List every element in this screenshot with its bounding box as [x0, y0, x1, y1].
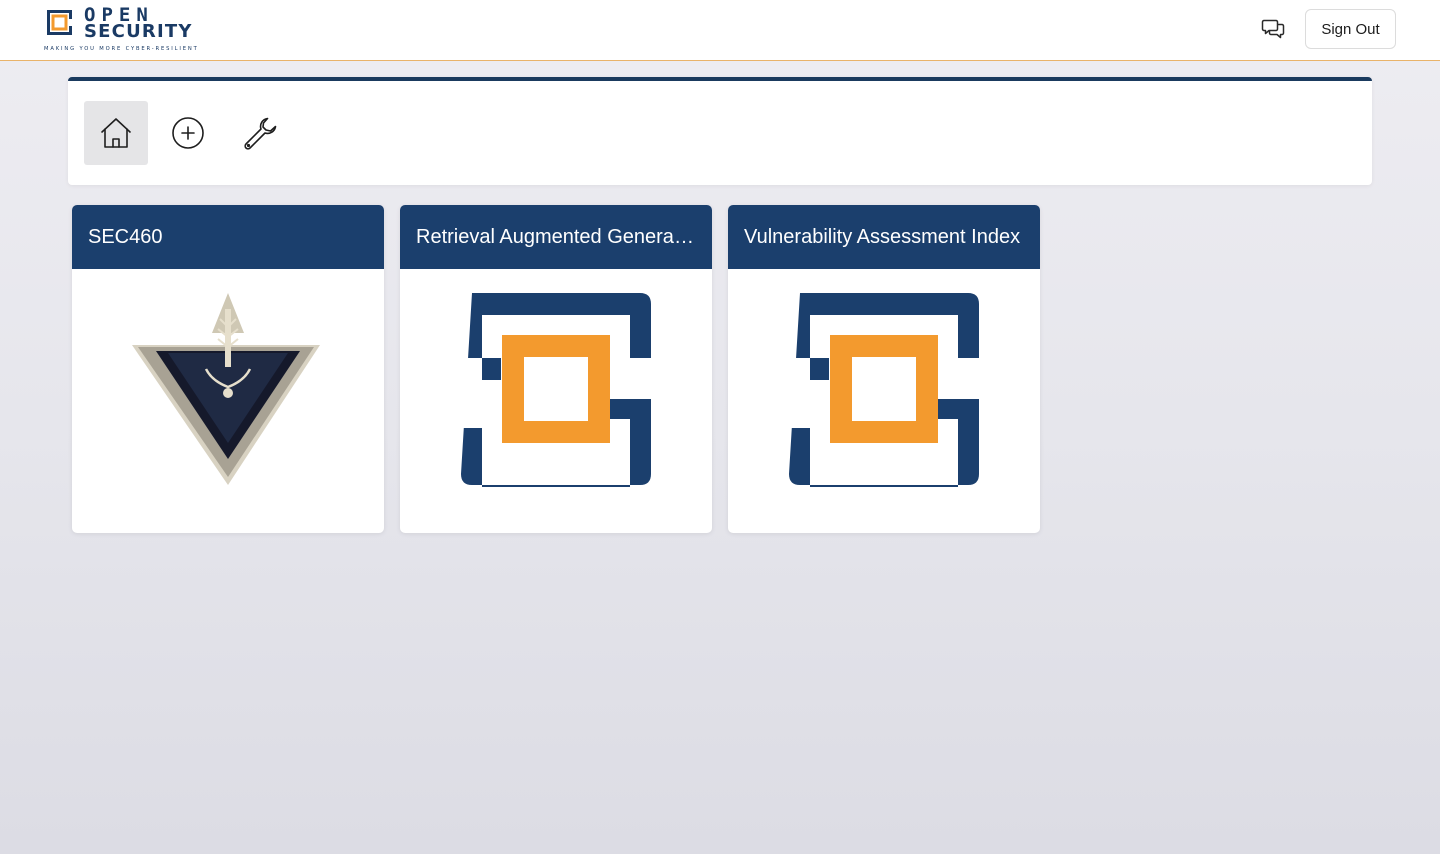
card-title: SEC460: [72, 205, 384, 269]
course-card-sec460[interactable]: SEC460: [72, 205, 384, 533]
chat-button[interactable]: [1259, 15, 1287, 43]
card-title: Retrieval Augmented Generation: [400, 205, 712, 269]
logo-word-security: SECURITY: [84, 21, 193, 42]
logo-mark-icon: [47, 10, 72, 35]
action-toolbar: [68, 77, 1372, 185]
chat-bubbles-icon: [1261, 19, 1285, 39]
arrowhead-emblem-icon: [132, 293, 320, 485]
card-title: Vulnerability Assessment Index: [728, 205, 1040, 269]
open-security-logo-icon: [789, 293, 979, 487]
open-security-logo[interactable]: OPEN SECURITY MAKING YOU MORE CYBER-RESI…: [44, 6, 204, 54]
sign-out-button[interactable]: Sign Out: [1305, 9, 1396, 49]
course-card-rag[interactable]: Retrieval Augmented Generation: [400, 205, 712, 533]
home-button[interactable]: [84, 101, 148, 165]
settings-button[interactable]: [228, 101, 292, 165]
home-icon: [101, 118, 131, 148]
wrench-icon: [244, 117, 277, 150]
course-card-vulnerability[interactable]: Vulnerability Assessment Index: [728, 205, 1040, 533]
logo-tagline: MAKING YOU MORE CYBER-RESILIENT: [44, 46, 199, 52]
plus-circle-icon: [172, 117, 204, 149]
open-security-logo-icon: [461, 293, 651, 487]
top-header: OPEN SECURITY MAKING YOU MORE CYBER-RESI…: [0, 0, 1440, 61]
add-button[interactable]: [156, 101, 220, 165]
